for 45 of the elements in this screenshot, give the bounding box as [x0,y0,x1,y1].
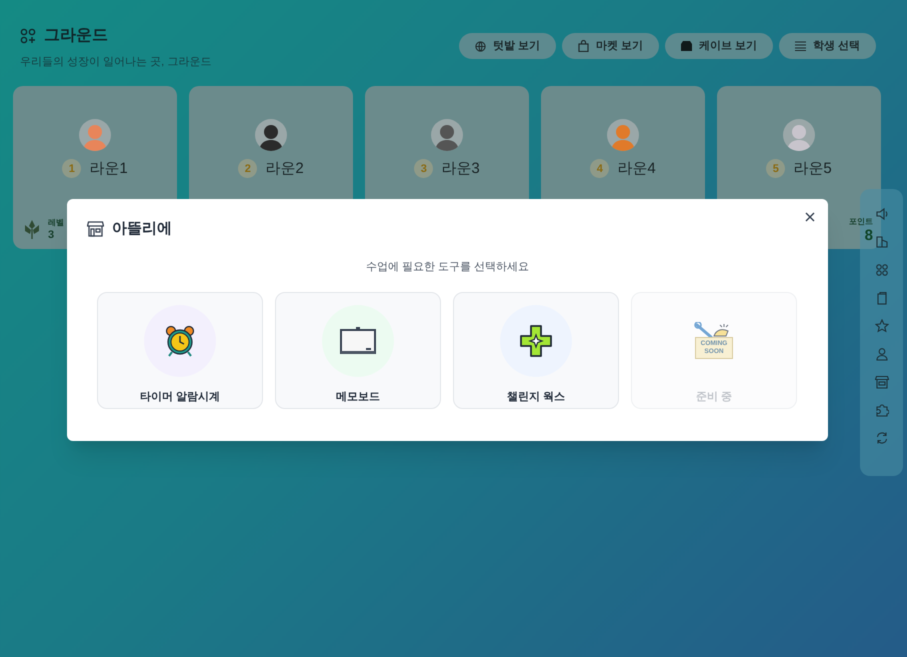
points-label: 포인트 [849,216,873,228]
level-label: 레벨 [48,216,64,228]
rank-badge: 1 [62,159,82,178]
student-name: 라운5 [793,158,832,178]
nav-button[interactable]: 학생 선택 [778,33,876,59]
level-value: 3 [48,228,56,240]
page-subtitle: 우리들의 성장이 일어나는 곳, 그라운드 [20,55,212,70]
nav-button[interactable]: 텃밭 보기 [458,33,556,59]
modal-subtitle: 수업에 필요한 도구를 선택하세요 [366,260,530,274]
nav-button[interactable]: 케이브 보기 [664,33,773,59]
tool-card[interactable]: 타이머 알람시계 [97,292,263,409]
plant-icon [22,218,42,238]
modal-title: 아뜰리에 [112,219,172,239]
clipboard-icon[interactable] [874,291,888,305]
list-icon [794,41,806,51]
globe-icon [474,40,486,52]
refresh-icon[interactable] [874,431,888,445]
whiteboard-icon [340,327,376,355]
rank-badge: 5 [766,159,786,178]
student-name: 라운3 [441,158,480,178]
store-icon[interactable] [874,375,888,389]
person-icon[interactable] [874,347,888,361]
grid-icon[interactable] [874,263,888,277]
book-icon[interactable] [874,235,888,249]
hexagon-icon [680,40,692,52]
rank-badge: 3 [414,159,434,178]
puzzle-icon[interactable] [874,403,888,417]
points-value: 8 [864,228,873,242]
alarm-clock-icon [165,325,195,357]
student-name: 라운1 [89,158,128,178]
bag-icon [578,40,589,52]
rank-badge: 2 [238,159,258,178]
page-title: 그라운드 [44,26,108,46]
people-icon [20,28,36,44]
speaker-icon[interactable] [874,207,888,221]
tool-card[interactable]: 챌린지 웍스 [453,292,619,409]
star-icon[interactable] [874,319,888,333]
nav-button[interactable]: 마켓 보기 [562,33,659,59]
close-button[interactable] [804,211,816,223]
student-name: 라운2 [265,158,304,178]
rank-badge: 4 [590,159,610,178]
store-icon [87,221,104,238]
tool-card[interactable]: 메모보드 [275,292,441,409]
plus-sparkle-icon [519,324,553,358]
student-name: 라운4 [617,158,656,178]
